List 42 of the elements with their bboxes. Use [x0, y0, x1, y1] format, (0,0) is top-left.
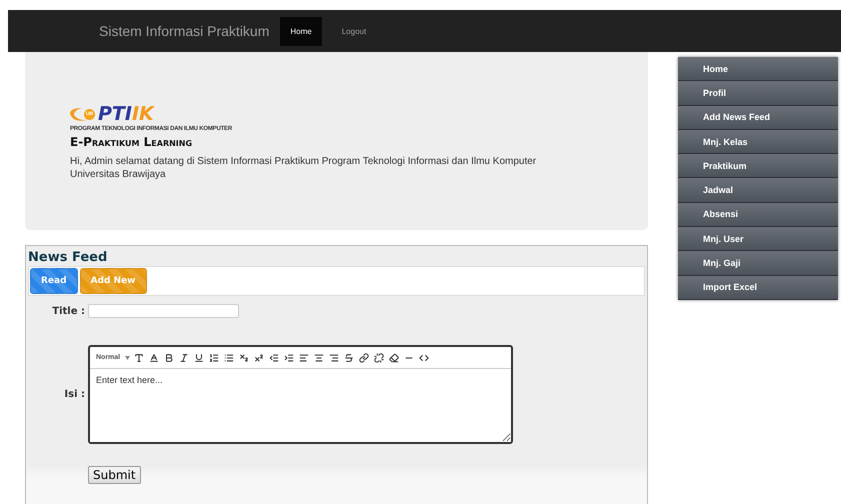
menu-item[interactable]: Profil: [678, 81, 838, 106]
field-label: Title :: [51, 306, 85, 316]
swoosh-icon: [70, 106, 88, 122]
panel-title: News Feed: [28, 250, 108, 265]
menu-item[interactable]: Mnj. User: [678, 227, 838, 252]
nav-link[interactable]: Home: [280, 16, 322, 46]
subscript-icon[interactable]: [238, 352, 250, 364]
nav-link[interactable]: Logout: [332, 16, 376, 46]
superscript-icon[interactable]: [253, 352, 266, 364]
app-title: E-Praktikum Learning: [70, 135, 194, 149]
menu-item[interactable]: Add News Feed: [678, 106, 838, 130]
tab-button[interactable]: Read: [30, 268, 78, 294]
caret-icon: [125, 356, 130, 360]
menu-item[interactable]: Mnj. Gaji: [678, 251, 838, 276]
unlink-icon[interactable]: [373, 352, 386, 364]
strikethrough-icon[interactable]: [343, 352, 356, 364]
italic-icon[interactable]: [178, 352, 190, 364]
menu-item[interactable]: Mnj. Kelas: [678, 130, 838, 154]
align-left-icon[interactable]: [298, 352, 310, 364]
align-right-icon[interactable]: [328, 352, 340, 364]
logo-wordmark: PTI: [98, 104, 132, 124]
text-color-icon[interactable]: [148, 352, 160, 364]
underline-icon[interactable]: [193, 352, 206, 364]
logo-wordmark: IK: [132, 104, 154, 124]
brand-title[interactable]: Sistem Informasi Praktikum: [99, 23, 270, 39]
bold-icon[interactable]: [163, 352, 176, 364]
menu-item[interactable]: Jadwal: [678, 178, 838, 203]
link-icon[interactable]: [358, 352, 370, 364]
indent-icon[interactable]: [283, 352, 296, 364]
align-center-icon[interactable]: [313, 352, 326, 364]
ordered-list-icon[interactable]: [208, 352, 220, 364]
menu-item[interactable]: Import Excel: [678, 276, 838, 300]
menu-item[interactable]: Absensi: [678, 202, 838, 228]
menu-item[interactable]: Home: [678, 57, 838, 82]
menu-item[interactable]: Praktikum: [678, 154, 838, 178]
title-input[interactable]: [88, 304, 239, 318]
text-size-icon[interactable]: [133, 352, 146, 364]
eraser-icon[interactable]: [388, 352, 400, 364]
greeting-text: Hi, Admin selamat datang di Sistem Informasi Praktikum Program Teknologi Informasi dan Ilmu Komputer Universitas Brawijaya: [70, 155, 538, 181]
outdent-icon[interactable]: [268, 352, 280, 364]
submit-button[interactable]: Submit: [88, 466, 141, 484]
field-label: Isi :: [63, 389, 85, 400]
